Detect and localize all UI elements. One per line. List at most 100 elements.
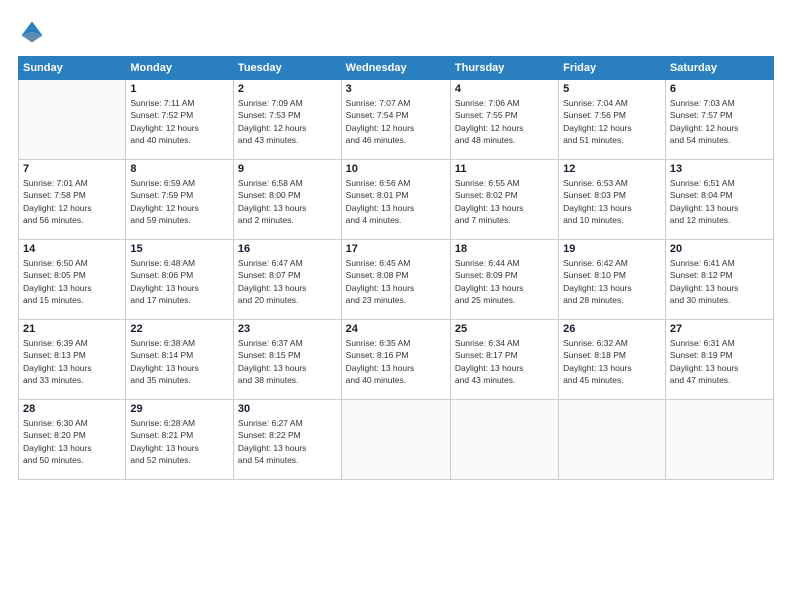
header: [18, 18, 774, 46]
calendar-cell: 2Sunrise: 7:09 AM Sunset: 7:53 PM Daylig…: [233, 80, 341, 160]
weekday-header-thursday: Thursday: [450, 57, 558, 80]
weekday-header-row: SundayMondayTuesdayWednesdayThursdayFrid…: [19, 57, 774, 80]
weekday-header-friday: Friday: [559, 57, 666, 80]
day-number: 8: [130, 163, 229, 175]
calendar-cell: 21 Sunrise: 6:39 AM Sunset: 8:13 PM Dayli…: [19, 320, 126, 400]
day-number: 3: [346, 83, 446, 95]
day-info: Sunrise: 6:27 AM Sunset: 8:22 PM Dayligh…: [238, 417, 337, 466]
calendar-cell: [559, 400, 666, 480]
calendar-cell: 3 Sunrise: 7:07 AM Sunset: 7:54 PM Daylig…: [341, 80, 450, 160]
day-number: 6: [670, 83, 769, 95]
day-number: 19: [563, 243, 661, 255]
calendar-cell: 10Sunrise: 6:56 AM Sunset: 8:01 PM Dayli…: [341, 160, 450, 240]
day-number: 24: [346, 323, 446, 335]
day-info: Sunrise: 6:39 AM Sunset: 8:13 PM Dayligh…: [23, 337, 121, 386]
calendar-cell: 4 Sunrise: 7:06 AM Sunset: 7:55 PM Daylig…: [450, 80, 558, 160]
day-info: Sunrise: 6:37 AM Sunset: 8:15 PM Dayligh…: [238, 337, 337, 386]
day-number: 30: [238, 403, 337, 415]
day-info: Sunrise: 7:07 AM Sunset: 7:54 PM Dayligh…: [346, 97, 446, 146]
day-number: 27: [670, 323, 769, 335]
day-info: Sunrise: 6:35 AM Sunset: 8:16 PM Dayligh…: [346, 337, 446, 386]
day-number: 28: [23, 403, 121, 415]
day-number: 21: [23, 323, 121, 335]
week-row-4: 21 Sunrise: 6:39 AM Sunset: 8:13 PM Dayli…: [19, 320, 774, 400]
calendar-cell: 11 Sunrise: 6:55 AM Sunset: 8:02 PM Dayli…: [450, 160, 558, 240]
day-info: Sunrise: 6:41 AM Sunset: 8:12 PM Dayligh…: [670, 257, 769, 306]
day-number: 14: [23, 243, 121, 255]
calendar-body: 1Sunrise: 7:11 AM Sunset: 7:52 PM Daylig…: [19, 80, 774, 480]
day-info: Sunrise: 6:42 AM Sunset: 8:10 PM Dayligh…: [563, 257, 661, 306]
day-number: 12: [563, 163, 661, 175]
day-number: 15: [130, 243, 229, 255]
day-number: 25: [455, 323, 554, 335]
day-number: 2: [238, 83, 337, 95]
weekday-header-saturday: Saturday: [665, 57, 773, 80]
day-info: Sunrise: 6:55 AM Sunset: 8:02 PM Dayligh…: [455, 177, 554, 226]
day-info: Sunrise: 7:06 AM Sunset: 7:55 PM Dayligh…: [455, 97, 554, 146]
day-number: 7: [23, 163, 121, 175]
day-number: 17: [346, 243, 446, 255]
day-info: Sunrise: 6:32 AM Sunset: 8:18 PM Dayligh…: [563, 337, 661, 386]
day-info: Sunrise: 6:59 AM Sunset: 7:59 PM Dayligh…: [130, 177, 229, 226]
day-number: 29: [130, 403, 229, 415]
calendar-cell: 28 Sunrise: 6:30 AM Sunset: 8:20 PM Dayli…: [19, 400, 126, 480]
day-number: 11: [455, 163, 554, 175]
calendar-cell: 15Sunrise: 6:48 AM Sunset: 8:06 PM Dayli…: [126, 240, 234, 320]
calendar-cell: 9 Sunrise: 6:58 AM Sunset: 8:00 PM Daylig…: [233, 160, 341, 240]
day-info: Sunrise: 6:34 AM Sunset: 8:17 PM Dayligh…: [455, 337, 554, 386]
logo-icon: [18, 18, 46, 46]
day-number: 23: [238, 323, 337, 335]
calendar-cell: 7 Sunrise: 7:01 AM Sunset: 7:58 PM Daylig…: [19, 160, 126, 240]
day-info: Sunrise: 6:51 AM Sunset: 8:04 PM Dayligh…: [670, 177, 769, 226]
calendar-cell: 23 Sunrise: 6:37 AM Sunset: 8:15 PM Dayli…: [233, 320, 341, 400]
week-row-1: 1Sunrise: 7:11 AM Sunset: 7:52 PM Daylig…: [19, 80, 774, 160]
day-info: Sunrise: 7:01 AM Sunset: 7:58 PM Dayligh…: [23, 177, 121, 226]
weekday-header-sunday: Sunday: [19, 57, 126, 80]
calendar-cell: 20 Sunrise: 6:41 AM Sunset: 8:12 PM Dayli…: [665, 240, 773, 320]
day-number: 4: [455, 83, 554, 95]
calendar-table: SundayMondayTuesdayWednesdayThursdayFrid…: [18, 56, 774, 480]
day-number: 22: [130, 323, 229, 335]
calendar-cell: [450, 400, 558, 480]
calendar-cell: 29 Sunrise: 6:28 AM Sunset: 8:21 PM Dayli…: [126, 400, 234, 480]
day-number: 16: [238, 243, 337, 255]
day-number: 13: [670, 163, 769, 175]
calendar-cell: 18Sunrise: 6:44 AM Sunset: 8:09 PM Dayli…: [450, 240, 558, 320]
day-info: Sunrise: 6:45 AM Sunset: 8:08 PM Dayligh…: [346, 257, 446, 306]
day-number: 5: [563, 83, 661, 95]
calendar-cell: 5 Sunrise: 7:04 AM Sunset: 7:56 PM Daylig…: [559, 80, 666, 160]
day-info: Sunrise: 6:31 AM Sunset: 8:19 PM Dayligh…: [670, 337, 769, 386]
calendar-cell: 24 Sunrise: 6:35 AM Sunset: 8:16 PM Dayli…: [341, 320, 450, 400]
calendar-cell: [341, 400, 450, 480]
day-number: 26: [563, 323, 661, 335]
calendar-cell: 13 Sunrise: 6:51 AM Sunset: 8:04 PM Dayli…: [665, 160, 773, 240]
day-info: Sunrise: 7:04 AM Sunset: 7:56 PM Dayligh…: [563, 97, 661, 146]
calendar-cell: 19 Sunrise: 6:42 AM Sunset: 8:10 PM Dayli…: [559, 240, 666, 320]
calendar-cell: 8 Sunrise: 6:59 AM Sunset: 7:59 PM Daylig…: [126, 160, 234, 240]
week-row-5: 28 Sunrise: 6:30 AM Sunset: 8:20 PM Dayli…: [19, 400, 774, 480]
calendar-cell: 16 Sunrise: 6:47 AM Sunset: 8:07 PM Dayli…: [233, 240, 341, 320]
day-info: Sunrise: 6:47 AM Sunset: 8:07 PM Dayligh…: [238, 257, 337, 306]
calendar-cell: 14Sunrise: 6:50 AM Sunset: 8:05 PM Dayli…: [19, 240, 126, 320]
calendar-cell: 6 Sunrise: 7:03 AM Sunset: 7:57 PM Daylig…: [665, 80, 773, 160]
day-info: Sunrise: 7:11 AM Sunset: 7:52 PM Dayligh…: [130, 97, 229, 146]
day-info: Sunrise: 6:53 AM Sunset: 8:03 PM Dayligh…: [563, 177, 661, 226]
calendar-cell: 25 Sunrise: 6:34 AM Sunset: 8:17 PM Dayli…: [450, 320, 558, 400]
weekday-header-wednesday: Wednesday: [341, 57, 450, 80]
day-info: Sunrise: 6:38 AM Sunset: 8:14 PM Dayligh…: [130, 337, 229, 386]
day-number: 9: [238, 163, 337, 175]
day-info: Sunrise: 7:03 AM Sunset: 7:57 PM Dayligh…: [670, 97, 769, 146]
day-info: Sunrise: 6:58 AM Sunset: 8:00 PM Dayligh…: [238, 177, 337, 226]
day-info: Sunrise: 6:30 AM Sunset: 8:20 PM Dayligh…: [23, 417, 121, 466]
calendar-cell: [665, 400, 773, 480]
week-row-2: 7 Sunrise: 7:01 AM Sunset: 7:58 PM Daylig…: [19, 160, 774, 240]
weekday-header-monday: Monday: [126, 57, 234, 80]
day-info: Sunrise: 6:28 AM Sunset: 8:21 PM Dayligh…: [130, 417, 229, 466]
weekday-header-tuesday: Tuesday: [233, 57, 341, 80]
day-number: 20: [670, 243, 769, 255]
day-info: Sunrise: 6:56 AM Sunset: 8:01 PM Dayligh…: [346, 177, 446, 226]
calendar-cell: 27 Sunrise: 6:31 AM Sunset: 8:19 PM Dayli…: [665, 320, 773, 400]
calendar-cell: 1Sunrise: 7:11 AM Sunset: 7:52 PM Daylig…: [126, 80, 234, 160]
day-number: 18: [455, 243, 554, 255]
calendar-cell: 30 Sunrise: 6:27 AM Sunset: 8:22 PM Dayli…: [233, 400, 341, 480]
